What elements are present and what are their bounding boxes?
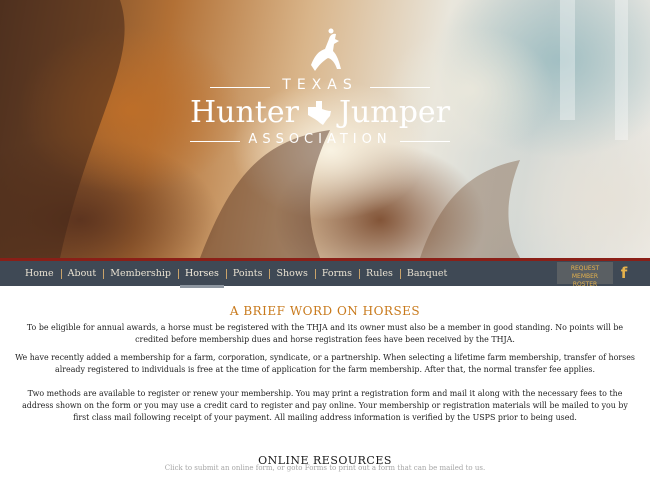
logo-hunter: Hunter: [189, 95, 299, 130]
paragraph-registration-methods: Two methods are available to register or…: [22, 389, 628, 422]
nav-list: Home About Membership Horses Points Show…: [18, 261, 454, 288]
nav-item-rules[interactable]: Rules: [359, 261, 400, 286]
nav-item-horses[interactable]: Horses: [177, 261, 226, 288]
nav-item-shows[interactable]: Shows: [269, 261, 314, 286]
hero-banner: TEXAS Hunter Jumper ASSOCIATION: [0, 0, 650, 258]
online-resources-subtitle: Click to submit an online form, or goto …: [164, 464, 486, 472]
nav-item-about[interactable]: About: [60, 261, 104, 286]
texas-state-icon: [307, 100, 331, 125]
thja-logo[interactable]: TEXAS Hunter Jumper ASSOCIATION: [170, 25, 470, 155]
paragraph-eligibility: To be eligible for annual awards, a hors…: [26, 323, 624, 344]
paragraph-farm-membership: We have recently added a membership for …: [15, 353, 635, 374]
request-member-roster-button[interactable]: REQUEST MEMBER ROSTER: [557, 262, 613, 288]
nav-item-banquet[interactable]: Banquet: [399, 261, 454, 286]
main-nav: Home About Membership Horses Points Show…: [0, 258, 650, 288]
horse-jumper-icon: [311, 28, 341, 71]
logo-jumper: Jumper: [338, 95, 451, 130]
logo-texas: TEXAS: [282, 77, 358, 93]
nav-item-membership[interactable]: Membership: [103, 261, 178, 286]
nav-item-forms[interactable]: Forms: [314, 261, 359, 286]
logo-hunter-jumper: Hunter Jumper: [170, 95, 470, 130]
nav-item-points[interactable]: Points: [225, 261, 270, 286]
request-button-line1: REQUEST MEMBER: [570, 265, 600, 280]
nav-item-home[interactable]: Home: [18, 261, 61, 286]
logo-rule-right-2: [400, 141, 450, 142]
logo-rule-right: [370, 87, 430, 88]
page-title: A BRIEF WORD ON HORSES: [229, 304, 421, 318]
facebook-icon[interactable]: f: [617, 262, 631, 284]
logo-association: ASSOCIATION: [248, 132, 392, 147]
request-button-line2: ROSTER: [572, 281, 598, 288]
